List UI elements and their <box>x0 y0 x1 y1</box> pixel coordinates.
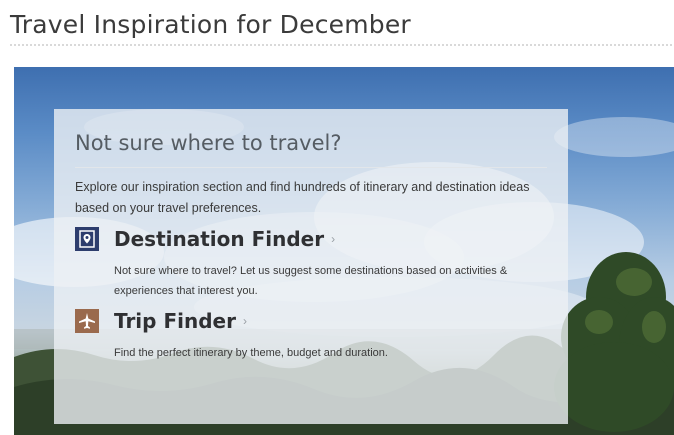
page-title: Travel Inspiration for December <box>10 10 411 39</box>
trip-finder-link[interactable]: Trip Finder › <box>75 309 547 333</box>
destination-finder-link[interactable]: Destination Finder › <box>75 227 547 251</box>
trip-finder-description: Find the perfect itinerary by theme, bud… <box>114 347 388 359</box>
chevron-right-icon[interactable]: › <box>331 232 335 246</box>
trip-finder-title[interactable]: Trip Finder <box>114 309 236 333</box>
destination-finder-section: Destination Finder › Not sure where to t… <box>75 227 547 301</box>
panel-intro-text: Explore our inspiration section and find… <box>75 180 530 215</box>
map-pin-icon <box>75 227 99 251</box>
panel-heading: Not sure where to travel? <box>75 131 342 155</box>
trip-finder-section: Trip Finder › Find the perfect itinerary… <box>75 309 547 363</box>
inspiration-panel: Not sure where to travel? Explore our in… <box>54 109 568 424</box>
destination-finder-title[interactable]: Destination Finder <box>114 227 324 251</box>
heading-divider <box>75 167 547 168</box>
hero-banner: Not sure where to travel? Explore our in… <box>14 67 674 435</box>
page: Travel Inspiration for December Not sure… <box>0 0 674 435</box>
airplane-icon <box>75 309 99 333</box>
destination-finder-description: Not sure where to travel? Let us suggest… <box>114 265 508 297</box>
title-divider <box>10 44 672 46</box>
chevron-right-icon[interactable]: › <box>243 314 247 328</box>
